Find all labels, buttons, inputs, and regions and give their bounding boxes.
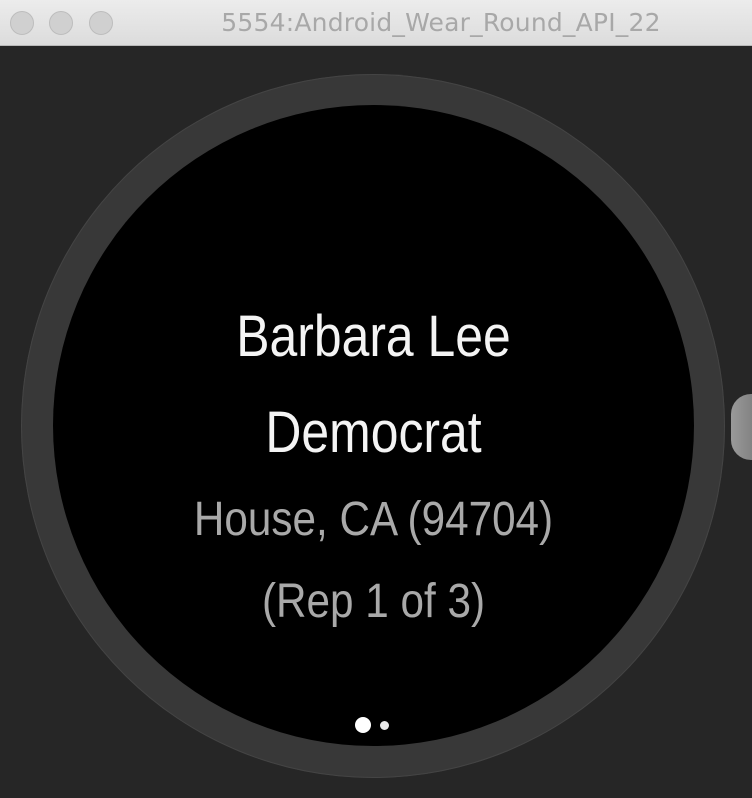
page-indicator bbox=[0, 704, 752, 733]
watch-screen[interactable]: Barbara Lee Democrat House, CA (94704) (… bbox=[53, 105, 694, 746]
representative-name: Barbara Lee bbox=[236, 304, 511, 369]
page-dot-inactive bbox=[380, 721, 389, 730]
representative-position: (Rep 1 of 3) bbox=[261, 575, 486, 628]
representative-district: House, CA (94704) bbox=[193, 493, 554, 546]
emulator-content: Barbara Lee Democrat House, CA (94704) (… bbox=[0, 46, 752, 798]
watch-side-button[interactable] bbox=[731, 394, 752, 460]
zoom-window-button[interactable] bbox=[89, 11, 113, 35]
minimize-window-button[interactable] bbox=[49, 11, 73, 35]
window-titlebar: 5554:Android_Wear_Round_API_22 bbox=[0, 0, 752, 46]
emulator-window: 5554:Android_Wear_Round_API_22 Barbara L… bbox=[0, 0, 752, 798]
window-title: 5554:Android_Wear_Round_API_22 bbox=[221, 8, 661, 37]
representative-party: Democrat bbox=[265, 400, 482, 465]
page-dot-active bbox=[355, 717, 371, 733]
close-window-button[interactable] bbox=[10, 11, 34, 35]
